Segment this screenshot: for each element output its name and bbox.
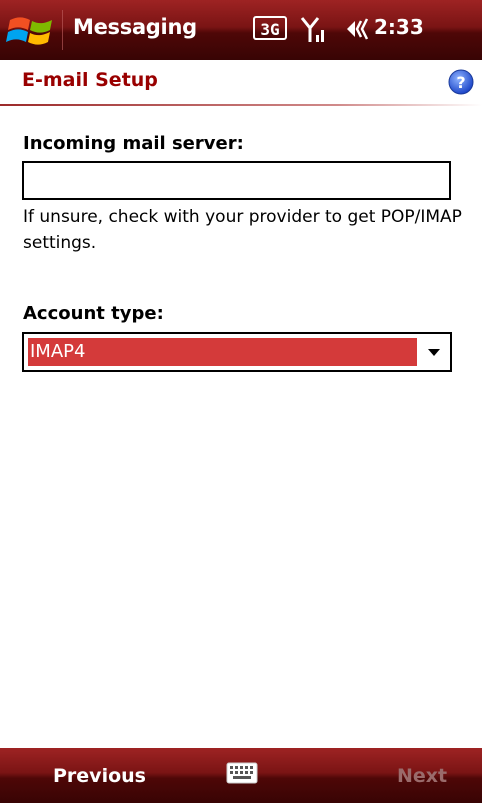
incoming-server-input[interactable] [22, 161, 451, 200]
clock[interactable]: 2:33 [374, 15, 424, 39]
speaker-volume-icon[interactable] [345, 17, 371, 41]
next-button[interactable]: Next [397, 765, 447, 787]
keyboard-icon[interactable] [226, 762, 258, 784]
app-title: Messaging [73, 15, 197, 39]
server-hint-text: If unsure, check with your provider to g… [23, 207, 462, 253]
page-title: E-mail Setup [22, 69, 158, 91]
previous-button[interactable]: Previous [53, 765, 146, 787]
softkey-bar: Previous Next [0, 748, 482, 803]
signal-strength-icon[interactable] [300, 15, 328, 45]
header-divider [0, 104, 482, 106]
title-separator [62, 10, 63, 50]
help-question-icon[interactable]: ? [448, 69, 474, 95]
windows-start-icon[interactable] [6, 8, 58, 52]
chevron-down-icon[interactable] [428, 349, 440, 356]
incoming-server-label: Incoming mail server: [23, 133, 244, 154]
page-header: E-mail Setup ? [0, 60, 482, 104]
account-type-dropdown[interactable]: IMAP4 [22, 332, 452, 372]
svg-text:?: ? [456, 73, 465, 92]
title-bar: Messaging 3G 2:33 [0, 0, 482, 60]
account-type-label: Account type: [23, 303, 164, 324]
network-3g-icon: 3G [253, 16, 287, 40]
account-type-selected-value: IMAP4 [28, 338, 417, 366]
